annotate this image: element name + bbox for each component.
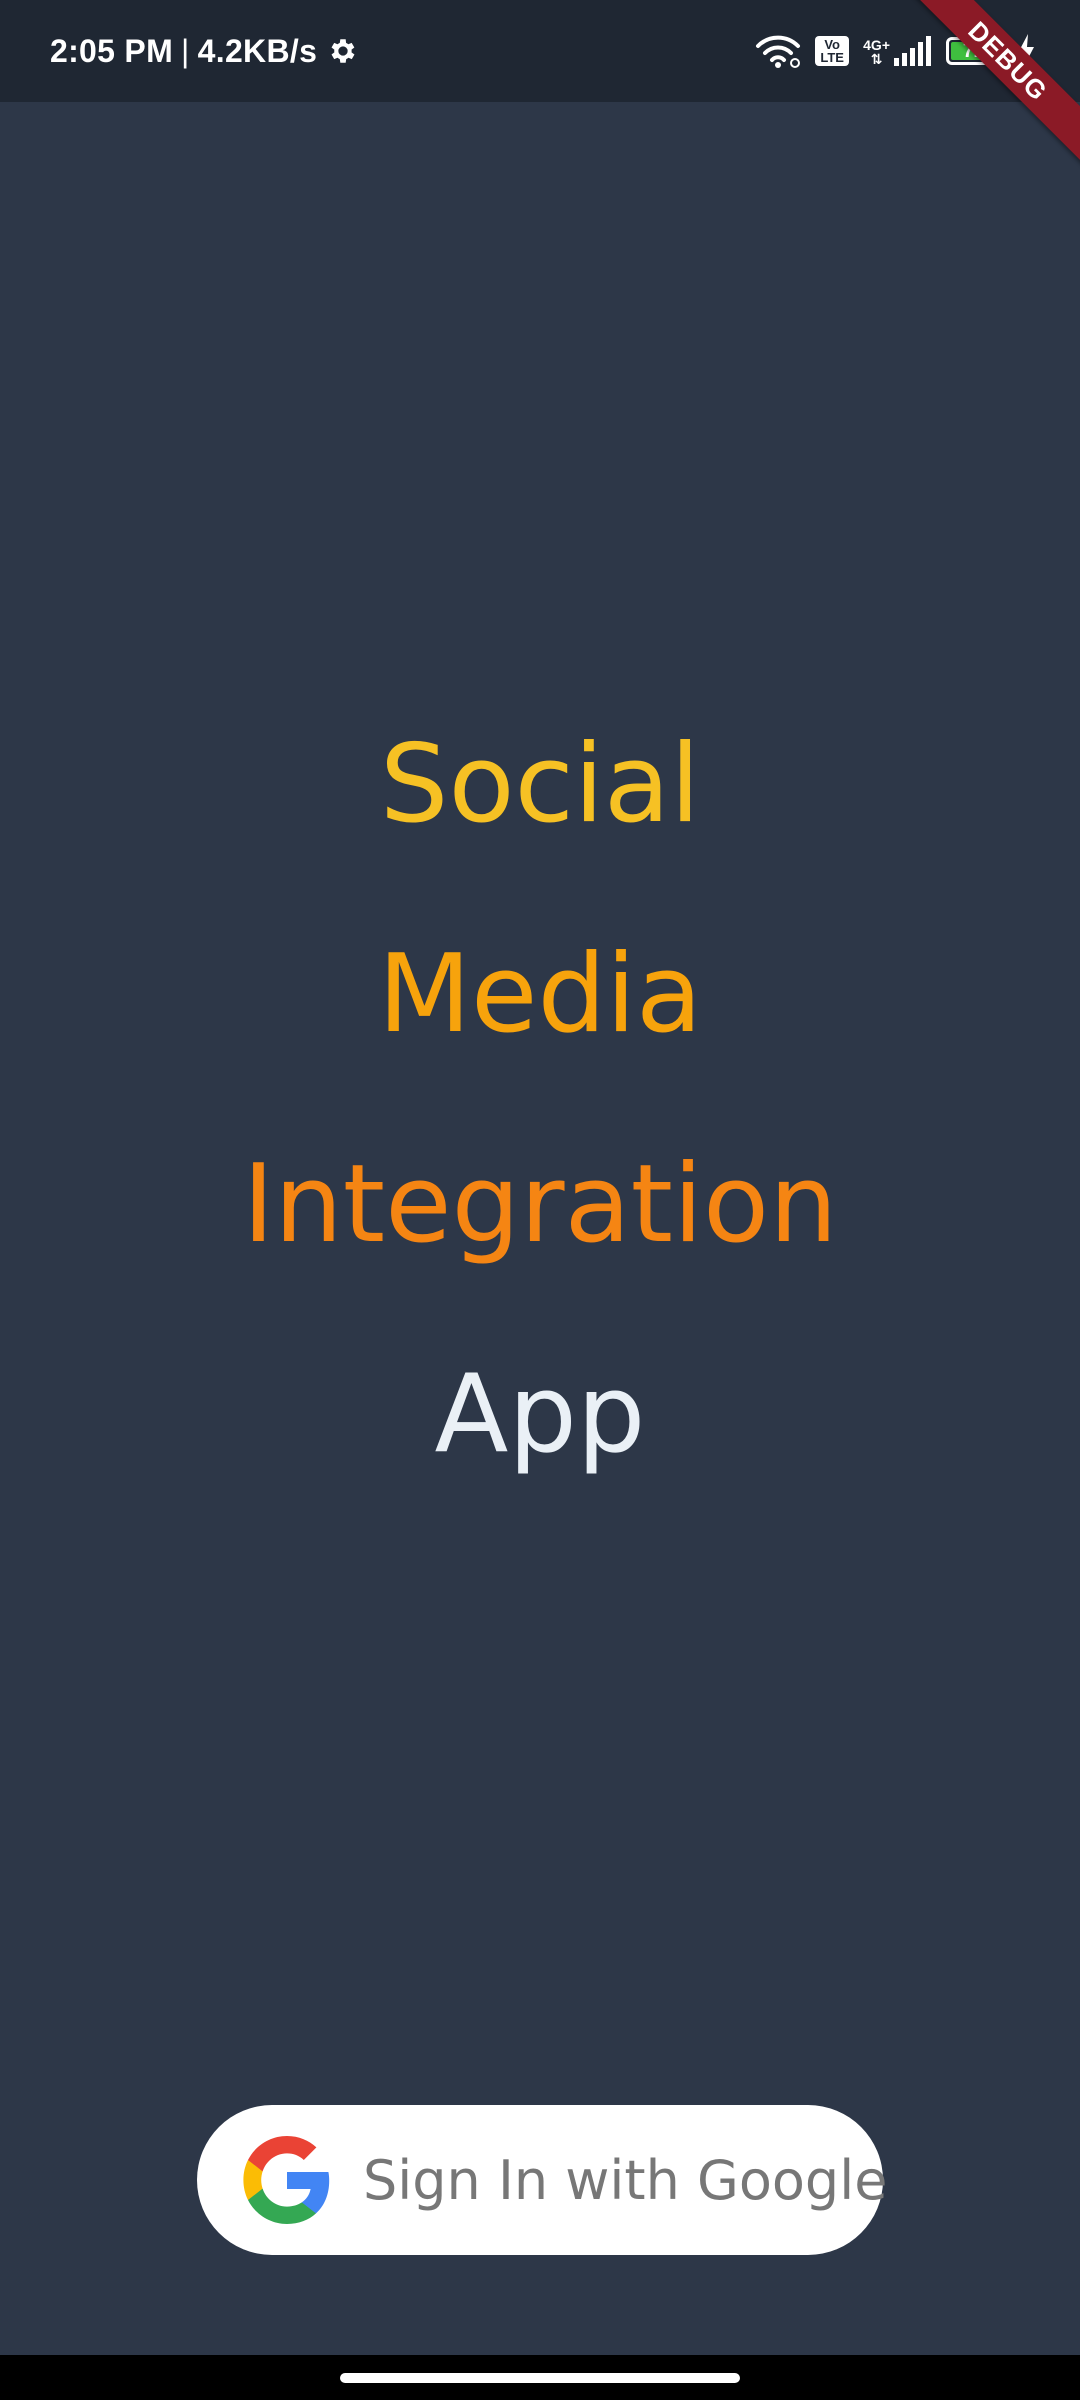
network-speed: 4.2KB/s (197, 32, 318, 69)
status-bar: 2:05 PM | 4.2KB/s Vo LTE 4G+ ⇅ (0, 0, 1080, 102)
network-type-label: 4G+ (863, 37, 890, 53)
network-indicator: 4G+ ⇅ (863, 36, 932, 66)
home-gesture-handle[interactable] (340, 2373, 740, 2383)
data-arrows-icon: ⇅ (870, 51, 883, 67)
status-bar-left: 2:05 PM | 4.2KB/s (50, 0, 359, 102)
volte-bottom-label: LTE (820, 50, 844, 65)
sign-in-button-label: Sign In with Google (363, 2148, 888, 2212)
google-logo-icon (243, 2136, 330, 2224)
navigation-bar (0, 2355, 1080, 2400)
login-screen: 2:05 PM | 4.2KB/s Vo LTE 4G+ ⇅ DEBUG Soc… (0, 0, 1080, 2400)
network-type-group: 4G+ ⇅ (863, 38, 890, 66)
title-word-social: Social (379, 722, 701, 847)
signal-icon (894, 36, 931, 66)
volte-icon: Vo LTE (815, 36, 850, 66)
title-word-integration: Integration (242, 1142, 838, 1267)
title-word-media: Media (377, 932, 703, 1057)
status-time: 2:05 PM (50, 32, 174, 69)
sign-in-with-google-button[interactable]: Sign In with Google (197, 2105, 887, 2255)
status-separator: | (181, 32, 190, 69)
wifi-icon (756, 35, 801, 68)
gear-icon (331, 39, 355, 63)
title-word-app: App (434, 1352, 646, 1477)
